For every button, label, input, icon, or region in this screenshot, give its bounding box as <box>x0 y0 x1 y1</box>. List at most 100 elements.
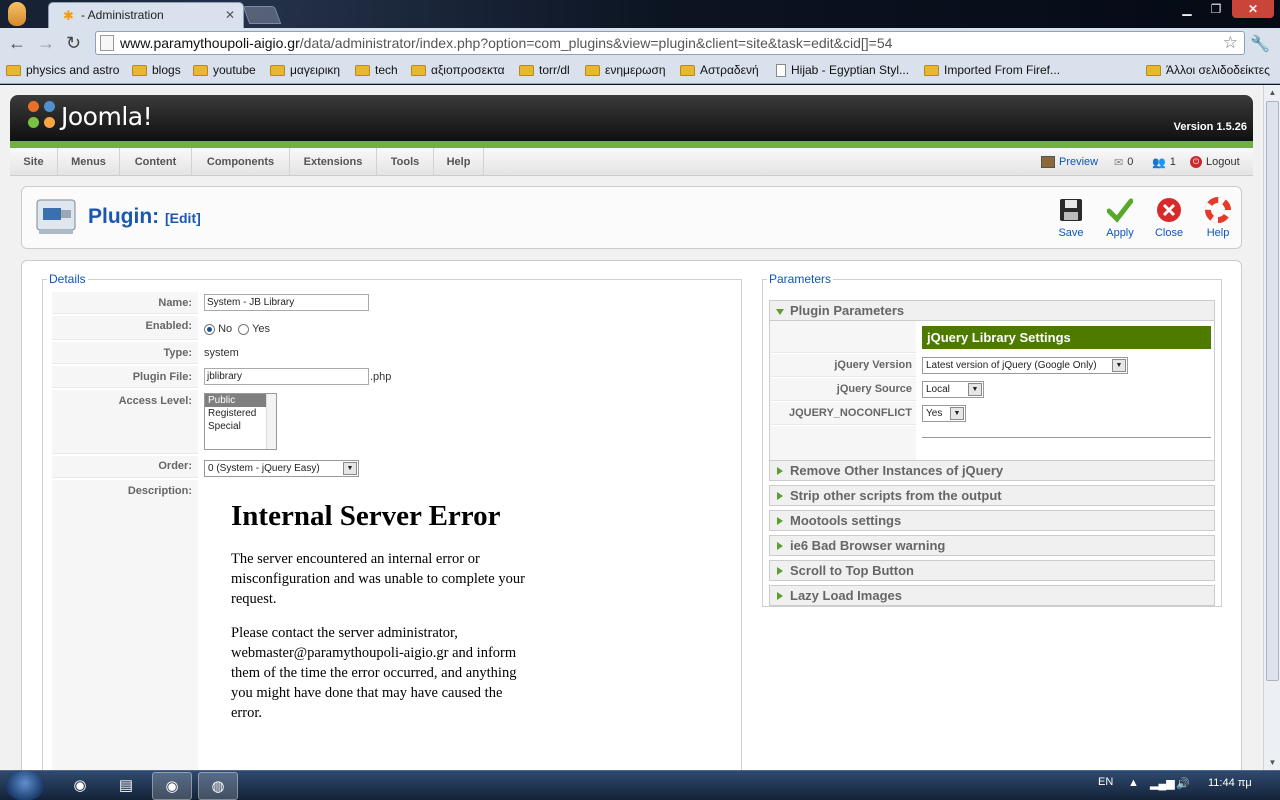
enabled-radio-group: No Yes <box>204 323 270 335</box>
bookmark-folder[interactable]: blogs <box>132 63 181 77</box>
bookmark-folder[interactable]: tech <box>355 63 398 77</box>
menu-extensions[interactable]: Extensions <box>290 148 377 176</box>
divider <box>922 437 1211 438</box>
menu-site[interactable]: Site <box>10 148 58 176</box>
menu-help[interactable]: Help <box>434 148 484 176</box>
noconflict-label: JQUERY_NOCONFLICT <box>770 402 916 425</box>
enabled-yes-radio[interactable] <box>238 323 250 335</box>
accordion-section[interactable]: Remove Other Instances of jQuery <box>769 460 1215 481</box>
jquery-source-select[interactable]: Local ▼ <box>922 381 984 398</box>
folder-icon <box>270 64 285 76</box>
page-viewport: Joomla! Version 1.5.26 Site Menus Conten… <box>0 85 1263 770</box>
minimize-button[interactable]: ▁ <box>1174 0 1200 18</box>
accordion-section[interactable]: Strip other scripts from the output <box>769 485 1215 506</box>
apply-button[interactable]: Apply <box>1100 197 1140 239</box>
users-status[interactable]: 👥 1 <box>1152 148 1176 176</box>
bookmark-folder[interactable]: ενημερωση <box>585 63 666 77</box>
listbox-scrollbar[interactable] <box>266 394 276 449</box>
chevron-down-icon: ▼ <box>343 462 357 475</box>
tray-expand-icon[interactable]: ▲ <box>1128 777 1139 789</box>
bookmark-folder[interactable]: μαγειρικη <box>270 63 340 77</box>
menu-components[interactable]: Components <box>192 148 290 176</box>
admin-menubar: Site Menus Content Components Extensions… <box>10 148 1253 176</box>
joomla-wordmark: Joomla! <box>61 101 153 131</box>
bookmark-star-icon[interactable]: ☆ <box>1223 33 1238 53</box>
new-tab-button[interactable] <box>242 6 282 24</box>
folder-icon <box>132 64 147 76</box>
address-bar[interactable]: www.paramythoupoli-aigio.gr/data/adminis… <box>95 31 1245 55</box>
bookmark-folder[interactable]: Αστραδενή <box>680 63 759 77</box>
chrome-taskbar-icon[interactable]: ◉ <box>60 772 100 800</box>
url-path: /data/administrator/index.php?option=com… <box>299 35 893 51</box>
bookmark-folder[interactable]: torr/dl <box>519 63 570 77</box>
scroll-down-icon[interactable]: ▼ <box>1264 758 1280 767</box>
accordion-plugin-parameters[interactable]: Plugin Parameters <box>769 300 1215 321</box>
bookmark-folder[interactable]: physics and astro <box>6 63 119 77</box>
maximize-button[interactable]: ❐ <box>1203 0 1229 18</box>
scroll-up-icon[interactable]: ▲ <box>1264 88 1280 97</box>
bookmark-folder[interactable]: Imported From Firef... <box>924 63 1060 77</box>
bookmark-folder[interactable]: αξιοπροσεκτα <box>411 63 505 77</box>
menu-tools[interactable]: Tools <box>377 148 434 176</box>
page-icon <box>776 63 786 77</box>
parameters-legend: Parameters <box>769 272 832 286</box>
folder-icon <box>585 64 600 76</box>
accordion-section[interactable]: Scroll to Top Button <box>769 560 1215 581</box>
chrome-active-taskbar-icon[interactable]: ◉ <box>152 772 192 800</box>
preview-icon <box>1041 156 1055 168</box>
bookmarks-bar: physics and astro blogs youtube μαγειρικ… <box>0 58 1280 84</box>
name-field[interactable]: System - JB Library <box>204 294 369 311</box>
chevron-down-icon: ▼ <box>950 407 964 420</box>
preview-link[interactable]: Preview <box>1041 148 1098 176</box>
browser-tab[interactable]: ✱ - Administration ✕ <box>48 2 244 28</box>
folder-icon <box>6 64 21 76</box>
app-taskbar-icon[interactable]: ◍ <box>198 772 238 800</box>
enabled-label: Enabled: <box>52 316 198 340</box>
explorer-taskbar-icon[interactable]: ▤ <box>106 772 146 800</box>
other-bookmarks[interactable]: Άλλοι σελιδοδείκτες <box>1146 63 1270 77</box>
help-button[interactable]: Help <box>1198 197 1238 239</box>
page-scrollbar[interactable]: ▲ ▼ <box>1263 85 1280 770</box>
start-button[interactable] <box>6 771 44 800</box>
joomla-logo: Joomla! <box>28 101 153 131</box>
type-label: Type: <box>52 342 198 364</box>
accordion-section[interactable]: ie6 Bad Browser warning <box>769 535 1215 556</box>
expanded-arrow-icon <box>776 309 784 315</box>
close-window-button[interactable]: ✕ <box>1232 0 1274 18</box>
menu-content[interactable]: Content <box>120 148 192 176</box>
wrench-menu-icon[interactable]: 🔧 <box>1250 34 1270 54</box>
reload-icon[interactable]: ↻ <box>66 33 81 53</box>
language-indicator[interactable]: EN <box>1098 776 1113 788</box>
chevron-down-icon: ▼ <box>968 383 982 396</box>
tab-close-icon[interactable]: ✕ <box>225 8 235 22</box>
error-paragraph: The server encountered an internal error… <box>231 551 525 607</box>
menu-menus[interactable]: Menus <box>58 148 120 176</box>
messages-status[interactable]: ✉ 0 <box>1114 148 1133 176</box>
collapsed-arrow-icon <box>777 567 783 575</box>
volume-icon[interactable]: 🔊 <box>1176 777 1190 790</box>
folder-icon <box>193 64 208 76</box>
order-select[interactable]: 0 (System - jQuery Easy) ▼ <box>204 460 359 477</box>
network-signal-icon[interactable]: ▂▄▆ <box>1150 777 1175 790</box>
browser-titlebar: ✱ - Administration ✕ ▁ ❐ ✕ <box>0 0 1280 28</box>
forward-arrow-icon[interactable]: → <box>37 33 55 53</box>
accordion-section[interactable]: Lazy Load Images <box>769 585 1215 606</box>
noconflict-select[interactable]: Yes ▼ <box>922 405 966 422</box>
error-heading: Internal Server Error <box>231 500 501 532</box>
save-button[interactable]: Save <box>1051 197 1091 239</box>
settings-spacer <box>770 321 916 353</box>
clock[interactable]: 11:44 πμ <box>1208 777 1252 789</box>
back-arrow-icon[interactable]: ← <box>8 33 26 53</box>
jquery-version-select[interactable]: Latest version of jQuery (Google Only) ▼ <box>922 357 1128 374</box>
accordion-section[interactable]: Mootools settings <box>769 510 1215 531</box>
bookmark-folder[interactable]: youtube <box>193 63 256 77</box>
close-button[interactable]: Close <box>1149 197 1189 239</box>
logout-link[interactable]: ⏻ Logout <box>1190 148 1240 176</box>
bookmark-page[interactable]: Hijab - Egyptian Styl... <box>776 63 909 77</box>
plugin-file-field[interactable]: jblibrary <box>204 368 369 385</box>
enabled-no-radio[interactable] <box>204 323 215 335</box>
access-level-listbox[interactable]: Public Registered Special <box>204 393 277 450</box>
scrollbar-thumb[interactable] <box>1266 101 1279 681</box>
type-value: system <box>204 347 239 359</box>
main-content: Details Name: System - JB Library Enable… <box>21 260 1242 770</box>
